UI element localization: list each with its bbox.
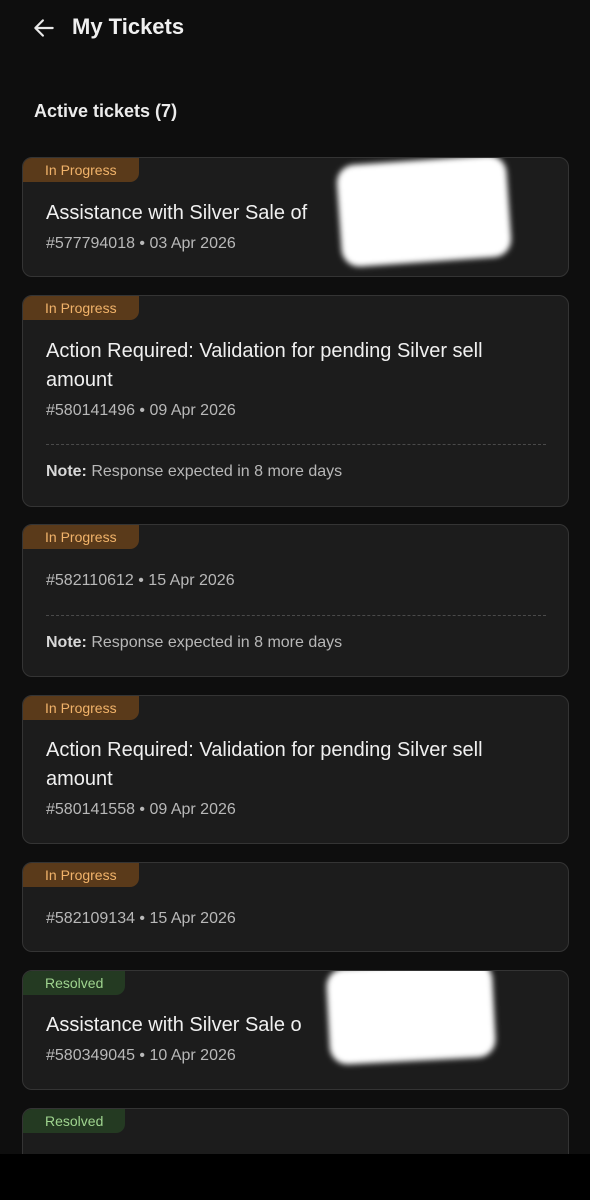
- bottom-bar: [0, 1154, 590, 1200]
- app-screen: My Tickets Active tickets (7) In Progres…: [0, 0, 590, 1154]
- status-badge: In Progress: [23, 696, 139, 720]
- ticket-card[interactable]: Resolved Assistance with Silver Sale o #…: [22, 970, 569, 1090]
- ticket-title: Action Required: Validation for pending …: [46, 739, 483, 790]
- ticket-note: Note: Response expected in 8 more days: [46, 632, 342, 654]
- status-badge: Resolved: [23, 1109, 126, 1133]
- divider: [46, 615, 546, 616]
- note-text: Response expected in 8 more days: [86, 463, 343, 480]
- arrow-left-icon: [34, 19, 54, 37]
- status-badge: In Progress: [23, 158, 139, 182]
- ticket-card[interactable]: Resolved: [22, 1108, 569, 1154]
- note-text: Response expected in 8 more days: [86, 634, 343, 651]
- note-label: Note:: [46, 463, 87, 480]
- redaction-mark: [325, 971, 497, 1066]
- ticket-meta: #582109134 • 15 Apr 2026: [46, 910, 236, 927]
- section-title: Active tickets (7): [34, 101, 178, 121]
- ticket-meta: #582110612 • 15 Apr 2026: [46, 572, 235, 589]
- status-badge: In Progress: [23, 863, 139, 887]
- back-button[interactable]: [28, 12, 60, 44]
- header: My Tickets: [0, 0, 590, 56]
- divider: [46, 444, 546, 445]
- ticket-card[interactable]: In Progress Action Required: Validation …: [22, 295, 569, 507]
- status-badge: In Progress: [23, 296, 139, 320]
- ticket-card[interactable]: In Progress Assistance with Silver Sale …: [22, 157, 569, 277]
- status-badge: Resolved: [23, 971, 126, 995]
- ticket-card[interactable]: In Progress Action Required: Validation …: [22, 695, 569, 844]
- redaction-mark: [335, 158, 513, 268]
- ticket-meta: #580349045 • 10 Apr 2026: [46, 1047, 236, 1064]
- ticket-meta: #580141496 • 09 Apr 2026: [46, 402, 236, 419]
- page-title: My Tickets: [72, 14, 185, 39]
- ticket-note: Note: Response expected in 8 more days: [46, 461, 342, 483]
- ticket-card[interactable]: In Progress #582109134 • 15 Apr 2026: [22, 862, 569, 952]
- ticket-meta: #577794018 • 03 Apr 2026: [46, 235, 236, 252]
- note-label: Note:: [46, 634, 87, 651]
- ticket-meta: #580141558 • 09 Apr 2026: [46, 801, 236, 818]
- ticket-title: Action Required: Validation for pending …: [46, 340, 483, 391]
- status-badge: In Progress: [23, 525, 139, 549]
- ticket-card[interactable]: In Progress #582110612 • 15 Apr 2026 Not…: [22, 524, 569, 677]
